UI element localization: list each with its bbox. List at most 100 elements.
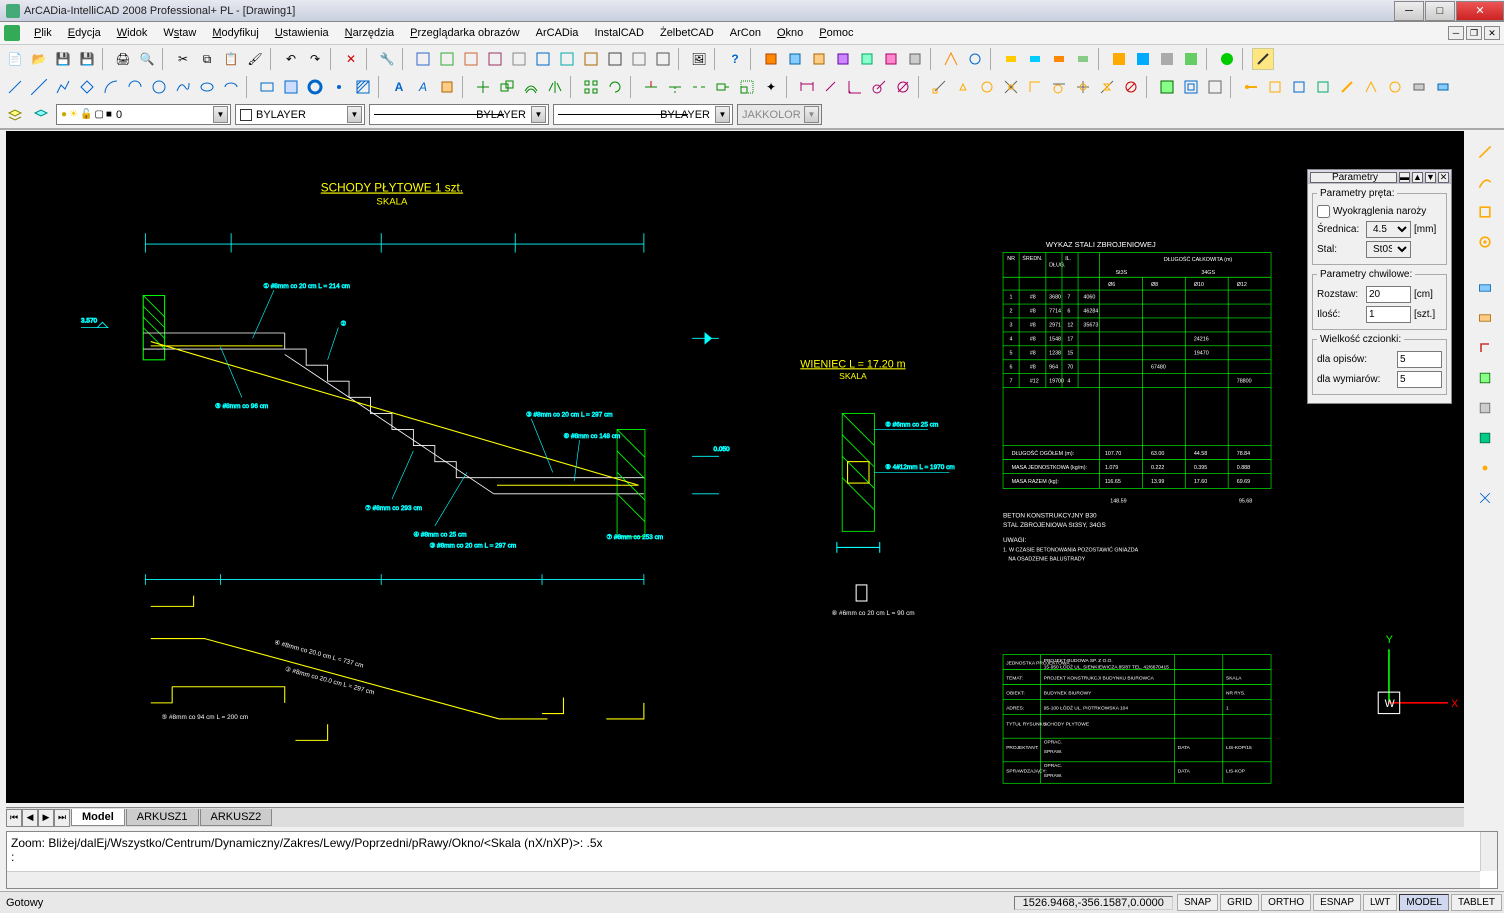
line-icon[interactable] xyxy=(4,76,26,98)
arc14-icon[interactable] xyxy=(1108,48,1130,70)
cut-icon[interactable]: ✂ xyxy=(172,48,194,70)
command-line[interactable]: Zoom: Bliżej/dalEj/Wszystko/Centrum/Dyna… xyxy=(6,831,1498,889)
arc1-icon[interactable] xyxy=(760,48,782,70)
arc15-icon[interactable] xyxy=(1132,48,1154,70)
palette-close-icon[interactable]: ✕ xyxy=(1438,172,1449,183)
toggle-tablet[interactable]: TABLET xyxy=(1451,894,1502,911)
rt-4-icon[interactable] xyxy=(1472,229,1498,255)
ilosc-input[interactable] xyxy=(1366,306,1411,323)
toggle-ortho[interactable]: ORTHO xyxy=(1261,894,1311,911)
palette-opt-icon[interactable]: ▼ xyxy=(1425,172,1436,183)
tab-model[interactable]: Model xyxy=(71,809,125,826)
snap-perp-icon[interactable] xyxy=(1024,76,1046,98)
scale-icon[interactable] xyxy=(736,76,758,98)
toggle-lwt[interactable]: LWT xyxy=(1363,894,1397,911)
snap-int-icon[interactable] xyxy=(1000,76,1022,98)
snap-cen-icon[interactable] xyxy=(976,76,998,98)
arc7-icon[interactable] xyxy=(904,48,926,70)
layer-dropdown[interactable]: ●☀🔓▢■ 0 ▼ xyxy=(56,104,231,125)
save-icon[interactable]: 💾 xyxy=(52,48,74,70)
rt-10-icon[interactable] xyxy=(1472,425,1498,451)
tab-arkusz2[interactable]: ARKUSZ2 xyxy=(200,809,273,826)
explorer-icon[interactable]: 🔧 xyxy=(376,48,398,70)
copy-icon[interactable]: ⧉ xyxy=(196,48,218,70)
parameters-palette[interactable]: Parametry ▬ ▲ ▼ ✕ Parametry pręta: Wyokr… xyxy=(1307,169,1452,404)
rozstaw-input[interactable] xyxy=(1366,286,1411,303)
rt-8-icon[interactable] xyxy=(1472,365,1498,391)
stretch-icon[interactable] xyxy=(712,76,734,98)
cmd-scrollbar-v[interactable] xyxy=(1480,832,1497,871)
cmd-scrollbar-h[interactable] xyxy=(7,871,1480,888)
rectangle-icon[interactable] xyxy=(256,76,278,98)
block-icon[interactable] xyxy=(436,76,458,98)
rt-5-icon[interactable] xyxy=(1472,275,1498,301)
rt-7-icon[interactable] xyxy=(1472,335,1498,361)
zb5-icon[interactable] xyxy=(1336,76,1358,98)
explode-icon[interactable]: ✦ xyxy=(760,76,782,98)
cmd-prompt[interactable]: : xyxy=(11,850,1493,864)
zb9-icon[interactable] xyxy=(1432,76,1454,98)
wyokr-checkbox[interactable] xyxy=(1317,205,1330,218)
mtext-icon[interactable]: A xyxy=(388,76,410,98)
pline-icon[interactable] xyxy=(52,76,74,98)
tab-prev-icon[interactable]: ◀ xyxy=(22,809,38,827)
srednica-select[interactable]: 4.5 xyxy=(1366,221,1411,238)
tab-last-icon[interactable]: ⏭ xyxy=(54,809,70,827)
menu-plik[interactable]: Plik xyxy=(26,25,60,41)
tb10-icon[interactable] xyxy=(628,48,650,70)
menu-wstaw[interactable]: Wstaw xyxy=(155,25,204,41)
rt-11-icon[interactable] xyxy=(1472,455,1498,481)
text-icon[interactable]: A xyxy=(412,76,434,98)
zb4-icon[interactable] xyxy=(1312,76,1334,98)
menu-przegladarka[interactable]: Przeglądarka obrazów xyxy=(402,25,527,41)
plotstyle-dropdown[interactable]: JAKKOLOR ▼ xyxy=(737,104,822,125)
snap-end-icon[interactable] xyxy=(928,76,950,98)
undo-icon[interactable]: ↶ xyxy=(280,48,302,70)
palette-pin-icon[interactable]: ▬ xyxy=(1399,172,1410,183)
dimaligned-icon[interactable] xyxy=(820,76,842,98)
drawing-canvas[interactable]: SCHODY PŁYTOWE 1 szt. SKALA ① #8mm co 2 xyxy=(6,131,1464,803)
ellipsearc-icon[interactable] xyxy=(220,76,242,98)
rt-3-icon[interactable] xyxy=(1472,199,1498,225)
tool-b-icon[interactable] xyxy=(1180,76,1202,98)
snap-near-icon[interactable] xyxy=(1096,76,1118,98)
donut-icon[interactable] xyxy=(304,76,326,98)
lineweight-dropdown[interactable]: BYLAYER ▼ xyxy=(553,104,733,125)
open-icon[interactable]: 📂 xyxy=(28,48,50,70)
arc9-icon[interactable] xyxy=(964,48,986,70)
zb7-icon[interactable] xyxy=(1384,76,1406,98)
print-icon[interactable]: 🖨 xyxy=(112,48,134,70)
opis-input[interactable] xyxy=(1397,351,1442,368)
arc3-icon[interactable] xyxy=(808,48,830,70)
rt-12-icon[interactable] xyxy=(1472,485,1498,511)
rt-9-icon[interactable] xyxy=(1472,395,1498,421)
tb11-icon[interactable] xyxy=(652,48,674,70)
arc2-icon[interactable] xyxy=(784,48,806,70)
rt-6-icon[interactable] xyxy=(1472,305,1498,331)
arc17-icon[interactable] xyxy=(1180,48,1202,70)
tb5-icon[interactable] xyxy=(508,48,530,70)
zb8-icon[interactable] xyxy=(1408,76,1430,98)
menu-pomoc[interactable]: Pomoc xyxy=(811,25,861,41)
arc19-icon[interactable] xyxy=(1252,48,1274,70)
toggle-esnap[interactable]: ESNAP xyxy=(1313,894,1361,911)
spline-icon[interactable] xyxy=(172,76,194,98)
trim-icon[interactable] xyxy=(640,76,662,98)
arc5-icon[interactable] xyxy=(856,48,878,70)
menu-arcadia[interactable]: ArCADia xyxy=(528,25,587,41)
menu-edycja[interactable]: Edycja xyxy=(60,25,109,41)
arc12-icon[interactable] xyxy=(1048,48,1070,70)
arc13-icon[interactable] xyxy=(1072,48,1094,70)
delete-icon[interactable]: ✕ xyxy=(340,48,362,70)
dimlinear-icon[interactable] xyxy=(796,76,818,98)
menu-zelbetcad[interactable]: ŻelbetCAD xyxy=(652,25,722,41)
image-icon[interactable]: 🖼 xyxy=(688,48,710,70)
hatch-icon[interactable] xyxy=(352,76,374,98)
linetype-dropdown[interactable]: BYLAYER ▼ xyxy=(369,104,549,125)
menu-arcon[interactable]: ArCon xyxy=(722,25,769,41)
copy-mod-icon[interactable] xyxy=(496,76,518,98)
snap-tan-icon[interactable] xyxy=(1048,76,1070,98)
new-icon[interactable]: 📄 xyxy=(4,48,26,70)
menu-okno[interactable]: Okno xyxy=(769,25,811,41)
arc4-icon[interactable] xyxy=(832,48,854,70)
